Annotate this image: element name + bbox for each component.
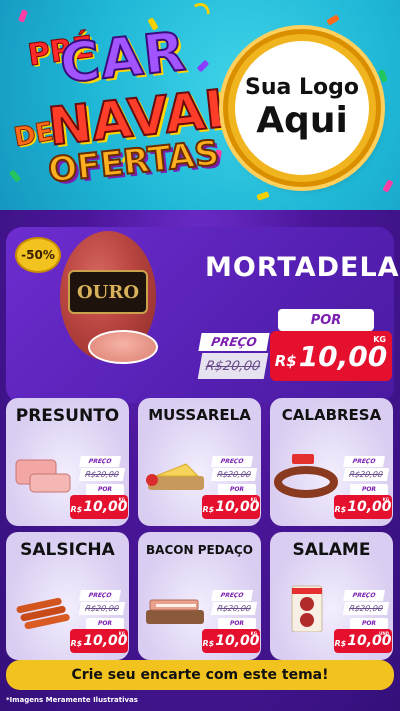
confetti-piece: [378, 69, 388, 83]
product-card-salame[interactable]: SALAME PREÇO R$20,00 POR R$ 10,00 UND: [270, 532, 393, 660]
currency-symbol: R$: [334, 638, 347, 648]
old-price: R$20,00: [210, 468, 258, 481]
hero-product-name: MORTADELA: [205, 252, 400, 283]
price-unit: KG: [118, 631, 125, 636]
logo-placeholder[interactable]: Sua Logo Aqui: [228, 34, 376, 182]
por-label: POR: [278, 309, 374, 331]
preco-label: PREÇO: [198, 333, 270, 351]
new-price: R$ 10,00 UND: [334, 629, 392, 653]
por-label: POR: [218, 618, 256, 629]
presunto-image: [15, 459, 71, 493]
price-unit: KG: [118, 497, 125, 502]
product-card-bacon-pedaco[interactable]: BACON PEDAÇO PREÇO R$20,00 POR R$ 10,00 …: [138, 532, 261, 660]
por-label: POR: [86, 618, 124, 629]
mortadela-slices-image: [88, 330, 158, 364]
discount-badge: -50%: [15, 237, 61, 273]
hero-price-block: PREÇO R$20,00 POR R$ 10,00 KG: [197, 309, 392, 385]
price-unit: KG: [250, 497, 257, 502]
bacon-image: [146, 599, 204, 624]
new-price: R$ 10,00 KG: [70, 495, 128, 519]
mussarela-image: [146, 463, 204, 490]
confetti-piece: [256, 191, 270, 201]
preco-label: PREÇO: [79, 456, 121, 467]
old-price: R$20,00: [78, 468, 126, 481]
product-name: SALAME: [292, 540, 371, 560]
por-label: POR: [86, 484, 124, 495]
preco-label: PREÇO: [343, 590, 385, 601]
flyer-page: PRÉ CAR DE NAVAL OFERTAS Sua Logo Aqui -…: [0, 0, 400, 711]
salame-image: [291, 585, 323, 632]
currency-symbol: R$: [70, 504, 83, 514]
salsicha-image: [16, 597, 70, 630]
product-card-mussarela[interactable]: MUSSARELA PREÇO R$20,00 POR R$ 10,00 KG: [138, 398, 261, 526]
por-label: POR: [350, 618, 388, 629]
old-price: R$20,00: [78, 602, 126, 615]
new-price: R$ 10,00 KG: [334, 495, 392, 519]
product-name: CALABRESA: [281, 406, 382, 424]
old-price: R$20,00: [210, 602, 258, 615]
preco-label: PREÇO: [343, 456, 385, 467]
por-label: POR: [350, 484, 388, 495]
new-price: R$ 10,00 KG: [202, 495, 260, 519]
price-unit: UND: [379, 631, 389, 636]
currency-symbol: R$: [334, 504, 347, 514]
mortadela-brand-label: OURO: [68, 270, 148, 314]
price-unit: KG: [250, 631, 257, 636]
preco-label: PREÇO: [211, 590, 253, 601]
product-card-salsicha[interactable]: SALSICHA PREÇO R$20,00 POR R$ 10,00 KG: [6, 532, 129, 660]
product-name: PRESUNTO: [15, 406, 120, 426]
currency-symbol: R$: [274, 352, 297, 370]
price-unit: KG: [382, 497, 389, 502]
cta-banner[interactable]: Crie seu encarte com este tema!: [6, 660, 394, 690]
preco-label: PREÇO: [211, 456, 253, 467]
product-name: SALSICHA: [20, 540, 115, 560]
logo-text-line2: Aqui: [256, 100, 348, 141]
currency-symbol: R$: [202, 638, 215, 648]
carnival-title: PRÉ CAR DE NAVAL OFERTAS: [8, 19, 242, 192]
logo-text-line1: Sua Logo: [244, 75, 359, 100]
confetti-piece: [326, 14, 340, 26]
header: PRÉ CAR DE NAVAL OFERTAS Sua Logo Aqui: [0, 0, 400, 210]
old-price: R$20,00: [342, 468, 390, 481]
currency-symbol: R$: [202, 504, 215, 514]
new-price-value: 10,00: [298, 339, 388, 373]
new-price: R$ 10,00 KG: [202, 629, 260, 653]
price-unit: KG: [373, 335, 386, 344]
confetti-piece: [18, 9, 28, 23]
product-card-presunto[interactable]: PRESUNTO PREÇO R$20,00 POR R$ 10,00 KG: [6, 398, 129, 526]
currency-symbol: R$: [70, 638, 83, 648]
old-price: R$20,00: [197, 353, 269, 379]
disclaimer: *Imagens Meramente Ilustrativas: [6, 696, 138, 704]
calabresa-image: [274, 454, 338, 498]
product-name: MUSSARELA: [148, 406, 251, 424]
preco-label: PREÇO: [79, 590, 121, 601]
new-price: R$ 10,00 KG: [270, 331, 392, 381]
product-card-calabresa[interactable]: CALABRESA PREÇO R$20,00 POR R$ 10,00 KG: [270, 398, 393, 526]
confetti-piece: [382, 179, 394, 193]
old-price: R$20,00: [342, 602, 390, 615]
por-label: POR: [218, 484, 256, 495]
new-price: R$ 10,00 KG: [70, 629, 128, 653]
product-name: BACON PEDAÇO: [146, 543, 253, 557]
